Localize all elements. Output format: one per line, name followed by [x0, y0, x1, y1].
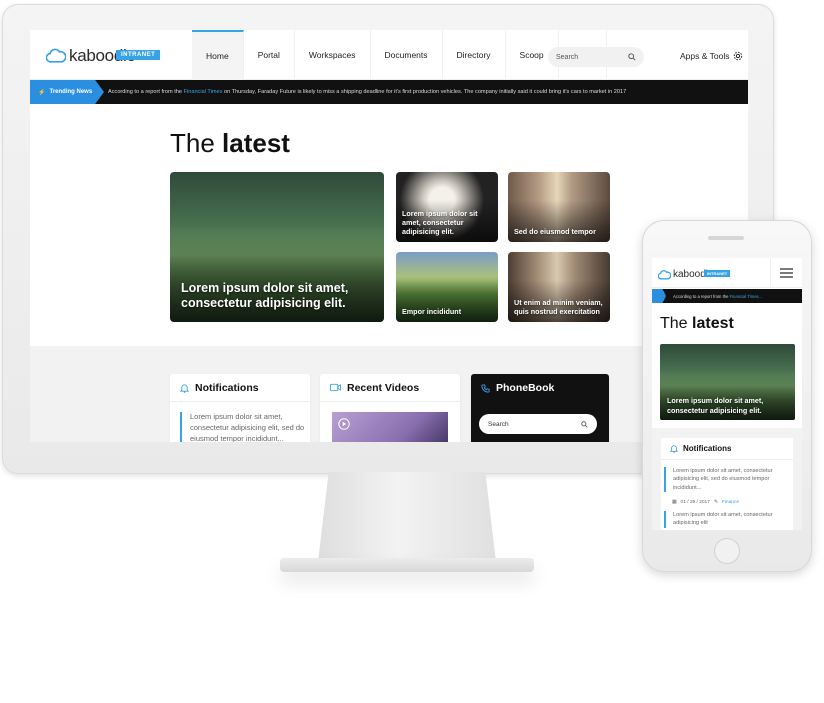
video-camera-icon — [330, 383, 341, 392]
mobile-header: kaboodle INTRANET — [652, 258, 802, 288]
main-nav: Home Portal Workspaces Documents Directo… — [192, 30, 607, 80]
page-title: The latest — [170, 128, 290, 159]
mobile-ticker-before: According to a report from the — [673, 293, 730, 299]
nav-workspaces[interactable]: Workspaces — [295, 30, 371, 80]
card-caption: Sed do eiusmod tempor — [514, 227, 596, 236]
nav-portal[interactable]: Portal — [244, 30, 295, 80]
desktop-screen: kaboodle INTRANET Home Portal Workspaces… — [30, 30, 748, 442]
notifications-header[interactable]: Notifications — [170, 374, 310, 402]
apps-tools-label: Apps & Tools — [680, 51, 730, 61]
mobile-notification-item-2[interactable]: Lorem ipsum dolor sit amet, consectetur … — [664, 511, 780, 528]
recent-videos-panel: Recent Videos — [320, 374, 460, 442]
hamburger-icon — [780, 268, 793, 278]
mobile-logo[interactable]: kaboodle INTRANET — [658, 269, 731, 280]
notifications-panel: Notifications Lorem ipsum dolor sit amet… — [170, 374, 310, 442]
mobile-notification-item[interactable]: Lorem ipsum dolor sit amet, consectetur … — [664, 467, 780, 493]
device-mockup: kaboodle INTRANET Home Portal Workspaces… — [0, 0, 824, 703]
bell-icon — [670, 445, 678, 453]
search-placeholder: Search — [556, 53, 579, 61]
ticker-link[interactable]: Financial Times — [184, 89, 223, 95]
mobile-intranet-badge: INTRANET — [704, 270, 731, 277]
phonebook-search-input[interactable]: Search — [479, 414, 597, 434]
card-caption: Lorem ipsum dolor sit amet, consectetur … — [402, 209, 478, 236]
phone-home-button — [714, 538, 740, 564]
search-input[interactable]: Search — [548, 47, 644, 67]
notification-date: 01 / 29 / 2017 — [680, 500, 710, 505]
feature-card-street-2[interactable]: Ut enim ad minim veniam, quis nostrud ex… — [508, 252, 610, 322]
recent-videos-title: Recent Videos — [347, 381, 420, 394]
trending-ticker: ⚡ Trending News According to a report fr… — [30, 80, 748, 104]
card-caption: Lorem ipsum dolor sit amet, consectetur … — [181, 280, 349, 311]
phonebook-header[interactable]: PhoneBook — [471, 374, 609, 402]
mobile-phone: kaboodle INTRANET According to a report … — [642, 220, 812, 572]
site-header: kaboodle INTRANET Home Portal Workspaces… — [30, 30, 748, 80]
monitor-stand — [318, 472, 496, 562]
nav-home[interactable]: Home — [192, 30, 244, 80]
card-caption: Empor incididunt — [402, 307, 462, 316]
calendar-icon: ▦ — [672, 500, 677, 505]
tag-icon: ✎ — [713, 500, 718, 505]
phonebook-title: PhoneBook — [496, 382, 555, 394]
mobile-notifications-panel: Notifications Lorem ipsum dolor sit amet… — [661, 438, 793, 530]
title-bold: latest — [222, 128, 290, 158]
phone-speaker — [708, 236, 744, 240]
phone-icon — [481, 383, 490, 393]
title-regular: The — [170, 128, 223, 158]
mobile-trending-tag[interactable] — [652, 289, 666, 303]
ticker-text-before: According to a report from the — [108, 89, 184, 95]
mobile-ticker-text: According to a report from the Financial… — [673, 294, 762, 299]
ticker-text-after: on Thursday, Faraday Future is likely to… — [222, 89, 627, 95]
widgets-section: Notifications Lorem ipsum dolor sit amet… — [30, 346, 748, 442]
feature-card-main[interactable]: Lorem ipsum dolor sit amet, consectetur … — [170, 172, 384, 322]
mobile-title-regular: The — [660, 315, 693, 332]
hamburger-menu-button[interactable] — [770, 258, 802, 288]
mobile-widgets: Notifications Lorem ipsum dolor sit amet… — [652, 428, 802, 530]
feature-card-street[interactable]: Sed do eiusmod tempor — [508, 172, 610, 242]
card-caption: Ut enim ad minim veniam, quis nostrud ex… — [514, 298, 603, 316]
phonebook-search-placeholder: Search — [488, 420, 509, 428]
cloud-icon — [658, 269, 671, 279]
mobile-screen: kaboodle INTRANET According to a report … — [652, 258, 802, 530]
cloud-icon — [46, 48, 66, 63]
trending-label: Trending News — [49, 89, 93, 95]
notification-meta: ▦ 01 / 29 / 2017 ✎ Finance — [672, 500, 739, 505]
trending-tag[interactable]: ⚡ Trending News — [30, 80, 104, 104]
mobile-notifications-header[interactable]: Notifications — [661, 438, 793, 460]
play-icon[interactable] — [338, 418, 350, 430]
nav-documents[interactable]: Documents — [371, 30, 443, 80]
logo[interactable]: kaboodle INTRANET — [46, 46, 161, 66]
nav-directory[interactable]: Directory — [443, 30, 506, 80]
intranet-badge: INTRANET — [116, 50, 161, 60]
notifications-title: Notifications — [195, 381, 259, 394]
notification-tag[interactable]: Finance — [722, 500, 739, 505]
notification-item[interactable]: Lorem ipsum dolor sit amet, consectetur … — [180, 412, 306, 442]
mobile-card-caption: Lorem ipsum dolor sit amet, consectetur … — [667, 396, 764, 415]
ticker-text: According to a report from the Financial… — [108, 89, 626, 95]
recent-videos-header[interactable]: Recent Videos — [320, 374, 460, 402]
monitor-base — [280, 558, 534, 572]
apps-tools-button[interactable]: Apps & Tools — [680, 51, 743, 61]
phonebook-panel: PhoneBook Search — [471, 374, 609, 442]
bell-icon — [180, 383, 189, 393]
search-icon[interactable] — [628, 53, 636, 61]
mobile-page-title: The latest — [660, 315, 734, 333]
lightning-icon: ⚡ — [38, 89, 46, 96]
mobile-feature-card[interactable]: Lorem ipsum dolor sit amet, consectetur … — [660, 344, 795, 420]
feature-card-waterfall[interactable]: Empor incididunt — [396, 252, 498, 322]
mobile-ticker-link[interactable]: Financial Times... — [730, 294, 763, 299]
mobile-notifications-title: Notifications — [683, 444, 732, 453]
mobile-ticker: According to a report from the Financial… — [652, 289, 802, 303]
mobile-title-bold: latest — [692, 315, 734, 332]
video-thumbnail[interactable] — [332, 412, 448, 442]
gear-icon — [734, 51, 743, 61]
search-icon[interactable] — [581, 420, 588, 428]
feature-card-chicken[interactable]: Lorem ipsum dolor sit amet, consectetur … — [396, 172, 498, 242]
